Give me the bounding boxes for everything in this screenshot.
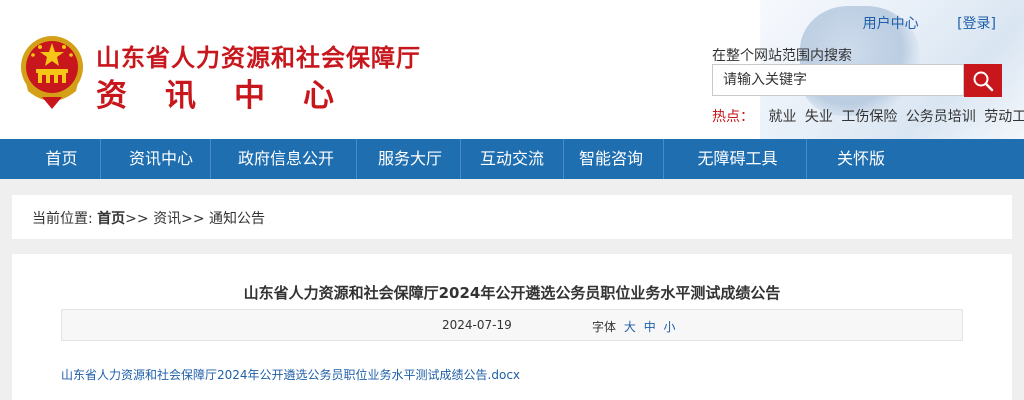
nav-item-smart-consult[interactable]: 智能咨询 — [563, 139, 659, 179]
attachment-link[interactable]: 山东省人力资源和社会保障厅2024年公开遴选公务员职位业务水平测试成绩公告.do… — [61, 366, 520, 383]
main-nav: 首页 资讯中心 政府信息公开 服务大厅 互动交流 智能咨询 无障碍工具 关怀版 — [0, 139, 1024, 179]
nav-item-interaction[interactable]: 互动交流 — [460, 139, 564, 179]
hot-keywords: 热点： 就业 失业 工伤保险 公务员培训 劳动工资 — [712, 106, 1024, 126]
article-panel: 山东省人力资源和社会保障厅2024年公开遴选公务员职位业务水平测试成绩公告 20… — [12, 254, 1012, 400]
font-size-small-button[interactable]: 小 — [664, 320, 676, 334]
breadcrumb-text: 当前位置: 首页>> 资讯>> 通知公告 — [32, 208, 265, 228]
nav-item-care-version[interactable]: 关怀版 — [806, 139, 916, 179]
hot-label: 热点： — [712, 109, 754, 125]
article-meta-bar: 2024-07-19 字体 大 中 小 — [61, 309, 963, 341]
hot-item[interactable]: 就业 — [768, 109, 796, 125]
site-subtitle: 资讯中心 — [96, 78, 372, 114]
login-link[interactable]: [登录] — [957, 16, 996, 32]
font-size-medium-button[interactable]: 中 — [644, 320, 656, 334]
nav-item-service-hall[interactable]: 服务大厅 — [356, 139, 464, 179]
nav-item-news[interactable]: 资讯中心 — [100, 139, 222, 179]
search-input[interactable] — [713, 65, 963, 95]
breadcrumb: 当前位置: 首页>> 资讯>> 通知公告 — [12, 195, 1012, 239]
user-center-link[interactable]: 用户中心 — [863, 16, 919, 32]
search-icon — [973, 71, 994, 91]
font-size-large-button[interactable]: 大 — [624, 320, 636, 334]
national-emblem-icon — [21, 36, 83, 109]
font-size-control: 字体 大 中 小 — [592, 318, 676, 335]
site-title: 山东省人力资源和社会保障厅 — [96, 44, 421, 72]
font-size-label: 字体 — [592, 320, 617, 334]
nav-item-accessibility[interactable]: 无障碍工具 — [663, 139, 812, 179]
top-links: 用户中心 [登录] — [829, 13, 996, 33]
nav-item-gov-info[interactable]: 政府信息公开 — [210, 139, 362, 179]
hot-item[interactable]: 公务员培训 — [906, 109, 976, 125]
site-header: 山东省人力资源和社会保障厅 资讯中心 用户中心 [登录] 在整个网站范围内搜索 … — [0, 0, 1024, 139]
breadcrumb-prefix: 当前位置: — [32, 211, 93, 227]
hot-item[interactable]: 劳动工资 — [984, 109, 1024, 125]
search-button[interactable] — [964, 64, 1002, 97]
hot-item[interactable]: 失业 — [805, 109, 833, 125]
search-label: 在整个网站范围内搜索 — [712, 48, 852, 64]
breadcrumb-rest[interactable]: >> 资讯>> 通知公告 — [125, 211, 265, 227]
article-title: 山东省人力资源和社会保障厅2024年公开遴选公务员职位业务水平测试成绩公告 — [243, 284, 781, 302]
breadcrumb-home-link[interactable]: 首页 — [97, 211, 125, 227]
publish-date: 2024-07-19 — [442, 318, 512, 332]
hot-item[interactable]: 工伤保险 — [841, 109, 897, 125]
search-box — [712, 64, 964, 96]
